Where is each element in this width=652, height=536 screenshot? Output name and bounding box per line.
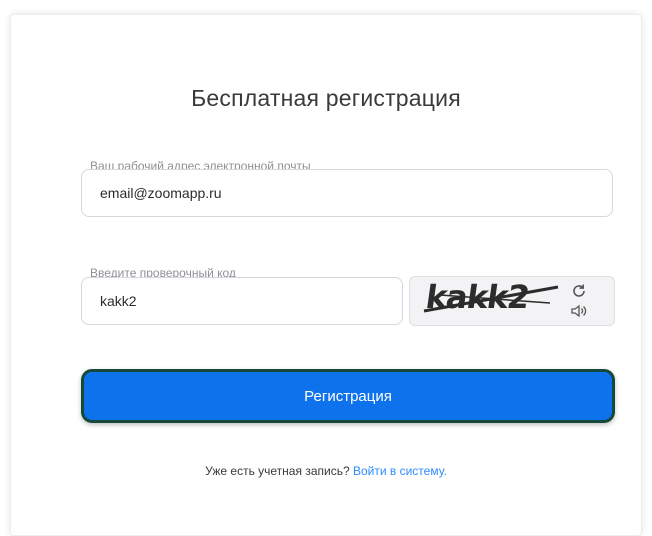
registration-card: Бесплатная регистрация Ваш рабочий адрес… (10, 14, 642, 536)
email-value: email@zoomapp.ru (100, 185, 222, 201)
captcha-noise-lines (423, 285, 559, 313)
audio-captcha-button[interactable] (568, 301, 590, 321)
audio-icon (571, 304, 587, 318)
verification-code-value: kakk2 (100, 293, 137, 309)
email-field[interactable]: email@zoomapp.ru (81, 169, 613, 217)
refresh-icon (573, 284, 585, 297)
login-prompt-text: Уже есть учетная запись? (205, 464, 350, 478)
captcha-image: kakk2 (420, 278, 562, 321)
login-link[interactable]: Войти в систему. (353, 464, 447, 478)
login-prompt: Уже есть учетная запись? Войти в систему… (11, 464, 641, 478)
refresh-captcha-button[interactable] (568, 281, 590, 301)
page-title: Бесплатная регистрация (191, 85, 461, 111)
verification-code-field[interactable]: kakk2 (81, 277, 403, 325)
captcha-panel: kakk2 (409, 276, 615, 326)
register-button[interactable]: Регистрация (81, 369, 615, 423)
